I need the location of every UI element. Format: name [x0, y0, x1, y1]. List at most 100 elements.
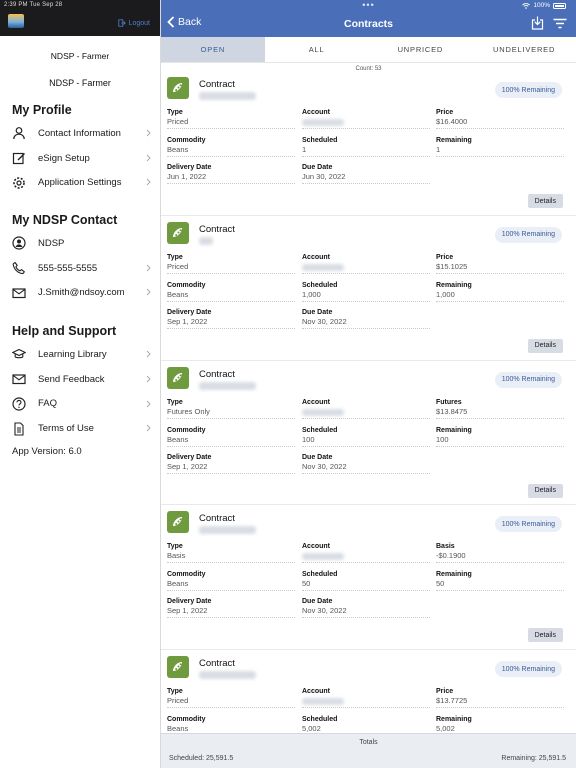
field-value: Beans [167, 145, 189, 154]
section-title-help: Help and Support [12, 324, 117, 339]
chevron-right-icon [146, 154, 151, 162]
menu-item-esign-setup[interactable]: eSign Setup [0, 146, 160, 171]
filter-icon[interactable] [553, 18, 567, 29]
soybean-icon [167, 221, 189, 244]
menu-label: J.Smith@ndsoy.com [38, 287, 125, 299]
field-label: Account [302, 398, 330, 406]
field-value: Nov 30, 2022 [302, 461, 347, 471]
soybean-icon [167, 511, 189, 534]
multitask-dots-icon[interactable]: ••• [362, 1, 374, 10]
contract-number-redacted [199, 671, 256, 680]
farmer-name-2: NDSP - Farmer [49, 78, 111, 88]
field-label: Type [167, 109, 183, 116]
field-label: Account [302, 253, 330, 261]
field-value: 100 [302, 434, 315, 444]
due-date-field: Due Date Nov 30, 2022 [302, 598, 430, 619]
field-value: 5,002 [436, 724, 455, 733]
menu-item-email[interactable]: J.Smith@ndsoy.com [0, 280, 160, 305]
details-button[interactable]: Details [527, 338, 563, 353]
field-value: $16.4000 [436, 117, 468, 126]
totals-scheduled: Scheduled: 25,591.5 [169, 755, 234, 762]
field-label: Scheduled [302, 426, 338, 434]
contract-card[interactable]: Contract 100% Remaining Type Priced Accou… [161, 650, 576, 733]
field-value: Jun 1, 2022 [167, 172, 207, 181]
account-redacted [302, 119, 344, 126]
menu-item-ndsp[interactable]: NDSP [0, 231, 160, 256]
field-label: Remaining [436, 571, 472, 579]
menu-item-terms-of-use[interactable]: Terms of Use [0, 416, 160, 441]
menu-item-contact-information[interactable]: Contact Information [0, 121, 160, 146]
contract-title: Contract [199, 513, 235, 525]
field-label: Remaining [436, 281, 472, 289]
account-redacted [302, 698, 344, 706]
commodity-field: Commodity Beans [167, 282, 295, 302]
field-label: Futures [436, 398, 462, 406]
tab-undelivered[interactable]: UNDELIVERED [472, 37, 576, 62]
type-field: Type Priced [167, 109, 295, 129]
field-value: Beans [167, 434, 189, 444]
soybean-icon [167, 77, 189, 99]
field-value: 50 [302, 579, 311, 589]
soybean-icon [167, 366, 189, 389]
field-value: Priced [167, 261, 189, 271]
logout-icon [117, 19, 126, 27]
phone-icon [12, 261, 26, 275]
futures-field: Futures $13.8475 [436, 399, 564, 419]
details-button[interactable]: Details [527, 194, 563, 208]
details-button[interactable]: Details [527, 628, 563, 643]
field-label: Delivery Date [167, 164, 212, 171]
tab-unpriced[interactable]: UNPRICED [369, 37, 473, 62]
mail-icon [12, 286, 26, 300]
menu-item-application-settings[interactable]: Application Settings [0, 170, 160, 195]
field-label: Due Date [302, 598, 333, 606]
commodity-field: Commodity Beans [167, 571, 295, 592]
scheduled-field: Scheduled 1 [302, 137, 430, 157]
download-icon[interactable] [531, 16, 544, 30]
field-label: Due Date [302, 164, 333, 171]
field-label: Type [167, 398, 183, 406]
menu-item-learning-library[interactable]: Learning Library [0, 342, 160, 367]
field-value: Futures Only [167, 406, 210, 416]
soybean-icon [167, 656, 189, 679]
tab-all[interactable]: ALL [265, 37, 369, 62]
field-value: Basis [167, 551, 186, 561]
field-label: Price [436, 688, 454, 696]
tab-open[interactable]: OPEN [161, 37, 265, 62]
field-label: Account [302, 109, 330, 116]
field-label: Account [302, 543, 330, 551]
contract-number-redacted [199, 236, 213, 245]
remaining-badge: 100% Remaining [494, 661, 562, 678]
scheduled-field: Scheduled 100 [302, 427, 430, 447]
contract-card[interactable]: Contract 100% Remaining Type Futures Only… [161, 361, 576, 506]
field-value: Nov 30, 2022 [302, 606, 347, 616]
field-value: 1,000 [436, 289, 455, 299]
remaining-badge: 100% Remaining [494, 226, 562, 243]
field-value: $15.1025 [436, 261, 468, 271]
totals-title: Totals [359, 739, 378, 746]
remaining-field: Remaining 50 [436, 571, 564, 592]
logout-button[interactable]: Logout [117, 19, 150, 27]
contract-card[interactable]: Contract 100% Remaining Type Priced Accou… [161, 216, 576, 361]
details-button[interactable]: Details [527, 483, 563, 498]
field-label: Commodity [167, 716, 206, 724]
tab-bar: OPEN ALL UNPRICED UNDELIVERED [161, 37, 576, 63]
contract-card[interactable]: Contract 100% Remaining Type Priced Accou… [161, 71, 576, 216]
basis-field: Basis -$0.1900 [436, 543, 564, 564]
ndsp-logo [8, 14, 24, 28]
menu-item-faq[interactable]: FAQ [0, 392, 160, 417]
nav-bar: ••• 100% Back Contracts [161, 0, 576, 37]
scheduled-field: Scheduled 1,000 [302, 282, 430, 302]
type-field: Type Priced [167, 688, 295, 709]
field-value: -$0.1900 [436, 551, 466, 561]
menu-item-send-feedback[interactable]: Send Feedback [0, 367, 160, 392]
wifi-icon [522, 2, 531, 9]
contract-title: Contract [199, 223, 235, 235]
contract-list[interactable]: Contract 100% Remaining Type Priced Accou… [161, 71, 576, 733]
field-value: Beans [167, 579, 189, 589]
scheduled-field: Scheduled 50 [302, 571, 430, 592]
graduation-cap-icon [12, 347, 26, 361]
menu-item-phone[interactable]: 555-555-5555 [0, 256, 160, 281]
chevron-right-icon [146, 129, 151, 137]
gear-icon [12, 176, 26, 190]
contract-card[interactable]: Contract 100% Remaining Type Basis Accoun… [161, 505, 576, 651]
